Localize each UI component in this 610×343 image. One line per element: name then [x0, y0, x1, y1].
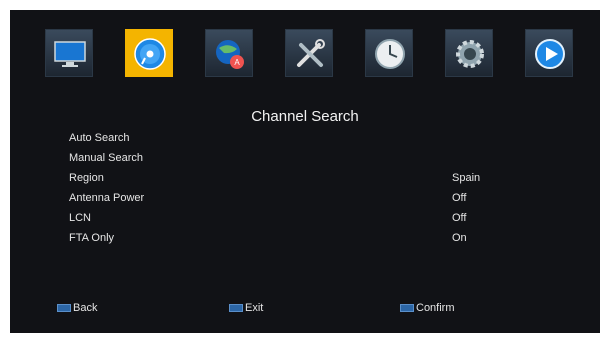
footer-back[interactable]: Back: [57, 302, 97, 314]
tile-media-player[interactable]: [525, 29, 573, 77]
footer-confirm[interactable]: Confirm: [400, 302, 455, 314]
footer-exit-label: Exit: [245, 302, 264, 314]
menu-item-value: On: [452, 232, 467, 244]
menu-item-label: Region: [69, 172, 104, 184]
tile-tools[interactable]: [285, 29, 333, 77]
footer-exit[interactable]: Exit: [229, 302, 263, 314]
channel-search-menu: Auto Search Manual Search Region Spain A…: [69, 130, 549, 250]
footer-back-label: Back: [73, 302, 98, 314]
page-title: Channel Search: [251, 108, 359, 125]
tv-monitor-icon: [54, 41, 86, 67]
disc-search-icon: [134, 38, 166, 70]
tile-settings[interactable]: [445, 29, 493, 77]
exit-key-icon: [229, 304, 243, 312]
globe-apps-icon: A: [216, 40, 244, 69]
footer-confirm-label: Confirm: [416, 302, 455, 314]
menu-item-antenna-power[interactable]: Antenna Power Off: [69, 190, 549, 210]
menu-key-icon: [57, 304, 71, 312]
tile-clock[interactable]: [365, 29, 413, 77]
svg-text:A: A: [234, 58, 240, 67]
menu-item-label: LCN: [69, 212, 92, 224]
gear-icon: [456, 40, 484, 68]
menu-item-value: Off: [452, 192, 467, 204]
menu-item-label: Auto Search: [69, 132, 130, 144]
menu-item-value: Spain: [452, 172, 481, 184]
play-icon: [535, 39, 565, 69]
tile-channel-search[interactable]: [125, 29, 173, 77]
tile-globe-apps[interactable]: A: [205, 29, 253, 77]
tools-icon: [297, 39, 325, 67]
tv-screen: A Channel Search Auto Search Manual Sear…: [10, 10, 600, 333]
menu-item-label: Manual Search: [69, 152, 143, 164]
menu-item-label: Antenna Power: [69, 192, 145, 204]
footer-key-hints: Back Exit Confirm: [10, 302, 600, 322]
menu-item-label: FTA Only: [69, 232, 115, 244]
menu-item-manual-search[interactable]: Manual Search: [69, 150, 549, 170]
clock-icon: [375, 39, 405, 69]
menu-item-fta-only[interactable]: FTA Only On: [69, 230, 549, 250]
menu-item-value: Off: [452, 212, 467, 224]
ok-key-icon: [400, 304, 414, 312]
menu-item-lcn[interactable]: LCN Off: [69, 210, 549, 230]
tile-tv-monitor[interactable]: [45, 29, 93, 77]
menu-item-region[interactable]: Region Spain: [69, 170, 549, 190]
main-menu-icon-bar: A: [45, 29, 575, 79]
menu-item-auto-search[interactable]: Auto Search: [69, 130, 549, 150]
